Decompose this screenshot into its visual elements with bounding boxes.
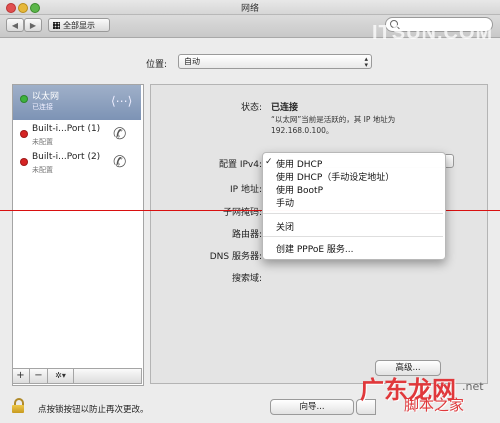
location-select[interactable]: 自动 ▴ ▾ — [178, 54, 372, 69]
remove-service-button[interactable]: − — [30, 368, 48, 384]
dns-server-label: DNS 服务器: — [209, 252, 262, 262]
back-icon: ◀ — [11, 20, 19, 30]
forward-button[interactable]: ▶ — [24, 18, 42, 32]
location-label: 位置: — [146, 60, 168, 70]
configure-ipv4-label: 配置 IPv4: — [218, 160, 262, 170]
show-all-label: 全部显示 — [63, 20, 95, 30]
show-all-button[interactable]: 全部显示 — [48, 18, 110, 32]
ethernet-arrows-icon: ⟨⋯⟩ — [111, 94, 133, 108]
service-item-port-2[interactable]: Built-i...Port (2) 未配置 ✆ — [13, 151, 141, 186]
service-name: Built-i...Port (1) — [32, 124, 101, 134]
status-dot-icon — [20, 158, 28, 166]
back-button[interactable]: ◀ — [6, 18, 24, 32]
add-service-button[interactable]: + — [12, 368, 30, 384]
search-domain-label: 搜索域: — [231, 274, 262, 284]
status-label: 状态: — [240, 103, 262, 113]
menu-item-manual[interactable]: 手动 — [276, 196, 294, 209]
lock-body-icon — [12, 405, 24, 413]
gear-menu-button[interactable]: ✲▾ — [48, 368, 74, 384]
watermark-net: .net — [462, 380, 484, 393]
router-label: 路由器: — [231, 230, 262, 240]
service-item-ethernet[interactable]: 以太网 已连接 ⟨⋯⟩ — [13, 85, 141, 120]
phone-icon: ✆ — [113, 124, 127, 143]
menu-separator — [263, 213, 443, 214]
menu-item-off[interactable]: 关闭 — [276, 220, 294, 233]
menu-item-create-pppoe[interactable]: 创建 PPPoE 服务... — [276, 242, 353, 255]
status-note: “以太网”当前是活跃的，其 IP 地址为 192.168.0.100。 — [271, 115, 396, 135]
lock-hint-text: 点按锁按钮以防止再次更改。 — [38, 405, 149, 415]
status-dot-icon — [20, 95, 28, 103]
grid-icon — [53, 21, 60, 29]
forward-icon: ▶ — [29, 20, 37, 30]
window-title: 网络 — [240, 4, 259, 14]
menu-item-dhcp-manual[interactable]: 使用 DHCP（手动设定地址） — [276, 170, 394, 183]
subnet-mask-label: 子网掩码: — [222, 208, 262, 218]
updown-arrows-icon: ▴ ▾ — [364, 55, 368, 69]
menu-item-dhcp[interactable]: 使用 DHCP — [276, 157, 322, 170]
lock-button[interactable] — [12, 398, 24, 413]
service-item-port-1[interactable]: Built-i...Port (1) 未配置 ✆ — [13, 120, 141, 155]
service-status: 未配置 — [32, 138, 53, 146]
watermark-sub: 脚本之家 — [404, 396, 465, 414]
service-name: 以太网 — [32, 92, 60, 102]
ip-address-label: IP 地址: — [230, 185, 262, 195]
checkmark-icon: ✓ — [265, 157, 273, 167]
location-value: 自动 — [184, 57, 200, 66]
phone-icon: ✆ — [113, 152, 127, 171]
assistant-button[interactable]: 向导... — [270, 399, 354, 415]
service-status: 未配置 — [32, 166, 53, 174]
status-dot-icon — [20, 130, 28, 138]
watermark-top: ITSUN.COM — [372, 22, 494, 44]
status-value: 已连接 — [271, 103, 299, 113]
service-name: Built-i...Port (2) — [32, 152, 101, 162]
menu-item-bootp[interactable]: 使用 BootP — [276, 183, 323, 196]
service-status: 已连接 — [32, 103, 53, 111]
menu-separator — [263, 236, 443, 237]
